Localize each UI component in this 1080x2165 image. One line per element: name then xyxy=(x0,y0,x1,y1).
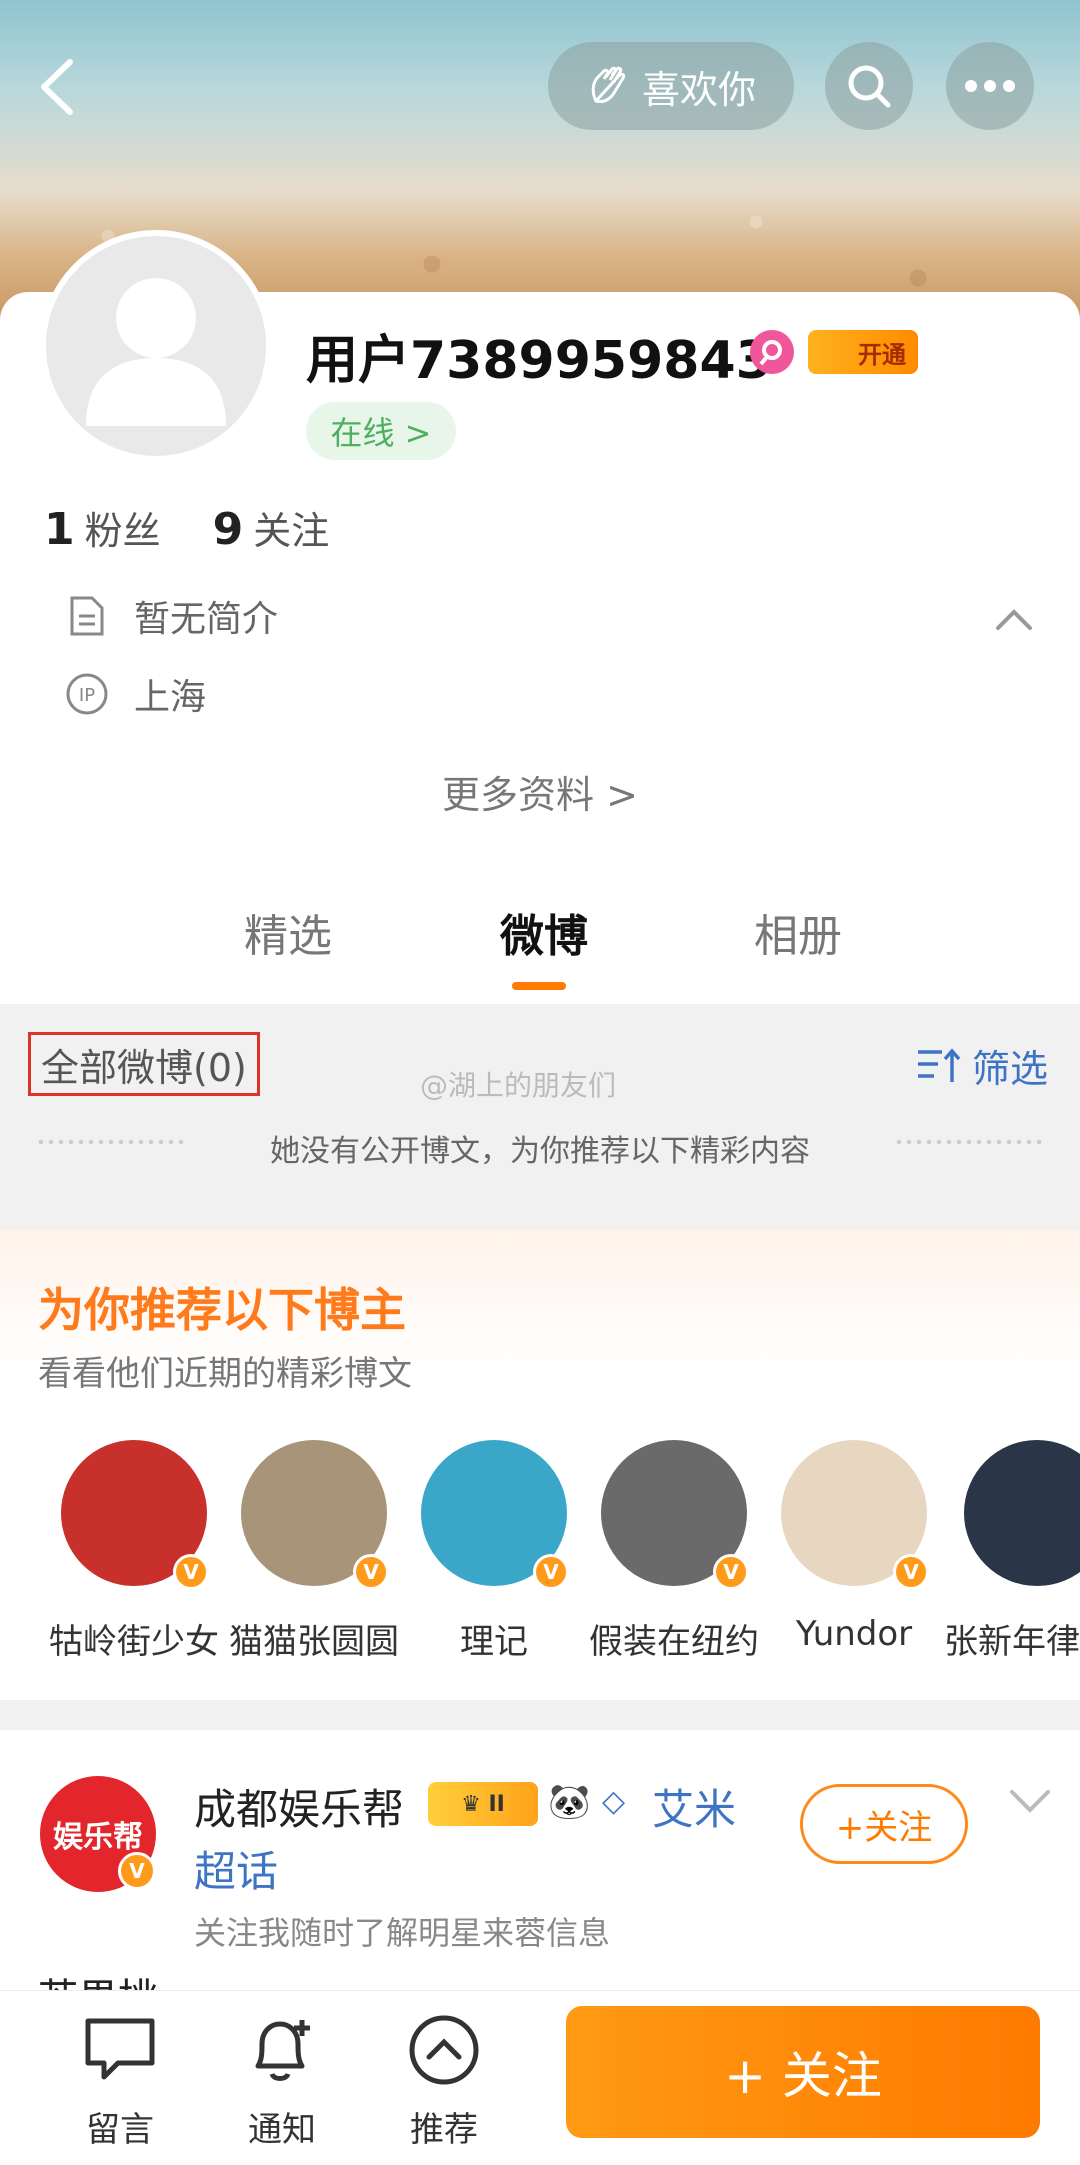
chevron-up-circle-icon xyxy=(384,2008,504,2092)
bio-text: 暂无简介 xyxy=(134,599,279,640)
online-status[interactable]: 在线 > xyxy=(306,402,456,460)
more-button[interactable] xyxy=(946,42,1034,130)
fan-level-badge: ♛ II xyxy=(428,1782,538,1826)
vip-open-badge[interactable]: 开通 xyxy=(808,330,918,374)
bio-row: 暂无简介 xyxy=(64,590,278,642)
comment-label: 留言 xyxy=(86,2110,154,2150)
search-icon xyxy=(848,65,891,108)
panda-icon: 🐼 xyxy=(548,1782,591,1822)
default-avatar-icon xyxy=(86,278,226,426)
followers-label: 粉丝 xyxy=(84,509,161,553)
following-label: 关注 xyxy=(253,509,330,553)
watermark: @湖上的朋友们 xyxy=(420,1069,617,1102)
follow-button[interactable]: + 关注 xyxy=(566,2006,1040,2138)
more-dots-icon xyxy=(965,80,1015,92)
bell-plus-icon xyxy=(222,2008,342,2092)
blogger-name: 理记 xyxy=(460,1622,528,1662)
diamond-icon: ◇ xyxy=(602,1784,626,1819)
tab-album[interactable]: 相册 xyxy=(754,900,842,964)
post-author-name[interactable]: 成都娱乐帮 xyxy=(194,1776,404,1837)
verified-icon: V xyxy=(893,1554,929,1590)
recommend-subtitle: 看看他们近期的精彩博文 xyxy=(38,1354,412,1394)
ip-icon: IP xyxy=(64,671,110,717)
super-topic-link[interactable]: 艾米 xyxy=(652,1776,736,1837)
blogger-item[interactable]: V 假装在纽约 xyxy=(584,1440,764,1663)
blogger-avatar xyxy=(964,1440,1080,1586)
recommend-button[interactable]: 推荐 xyxy=(384,2008,504,2151)
filter-button[interactable]: 筛选 xyxy=(916,1038,1048,1093)
recommend-title: 为你推荐以下博主 xyxy=(38,1283,406,1337)
crown-icon: ♛ xyxy=(461,1791,489,1817)
vip-open-label: 开通 xyxy=(858,340,906,369)
search-button[interactable] xyxy=(825,42,913,130)
member-badge-icon[interactable] xyxy=(750,330,794,374)
blogger-item[interactable]: V Yundor xyxy=(764,1440,944,1654)
blogger-avatar: V xyxy=(781,1440,929,1590)
blogger-item[interactable]: V 牯岭街少女 xyxy=(44,1440,224,1663)
document-icon xyxy=(64,593,110,639)
comment-button[interactable]: 留言 xyxy=(60,2008,180,2151)
blogger-item[interactable]: 张新年律 xyxy=(944,1440,1080,1663)
followers-stat[interactable]: 1 粉丝 xyxy=(44,500,161,555)
blogger-list: V 牯岭街少女 V 猫猫张圆圆 V 理记 V 假装在纽约 V Yundor 张新… xyxy=(0,1440,1080,1680)
notify-label: 通知 xyxy=(248,2110,316,2150)
notify-button[interactable]: 通知 xyxy=(222,2008,342,2151)
verified-icon: V xyxy=(173,1554,209,1590)
blogger-name: 张新年律 xyxy=(944,1622,1080,1662)
divider-dots xyxy=(894,1140,1044,1144)
ip-row: IP 上海 xyxy=(64,668,206,720)
following-stat[interactable]: 9 关注 xyxy=(213,500,330,555)
verified-icon: V xyxy=(353,1554,389,1590)
username: 用户7389959843 xyxy=(306,331,772,391)
blogger-item[interactable]: V 猫猫张圆圆 xyxy=(224,1440,404,1663)
super-topic-suffix[interactable]: 超话 xyxy=(194,1838,278,1899)
no-posts-message: 她没有公开博文，为你推荐以下精彩内容 xyxy=(270,1134,810,1169)
verified-icon: V xyxy=(118,1852,156,1890)
svg-text:IP: IP xyxy=(79,685,95,706)
followers-count: 1 xyxy=(44,504,75,555)
tab-indicator xyxy=(512,982,566,990)
blogger-avatar: V xyxy=(421,1440,569,1590)
section-separator xyxy=(0,1700,1080,1730)
chevron-down-icon[interactable] xyxy=(1008,1786,1052,1816)
like-you-label: 喜欢你 xyxy=(641,67,756,112)
avatar[interactable] xyxy=(40,230,272,462)
blogger-name: 猫猫张圆圆 xyxy=(229,1622,399,1662)
tab-featured[interactable]: 精选 xyxy=(244,900,332,964)
more-info-link[interactable]: 更多资料 > xyxy=(0,764,1080,819)
fan-level-text: II xyxy=(488,1791,505,1817)
post-author-desc: 关注我随时了解明星来蓉信息 xyxy=(194,1914,611,1952)
hand-heart-icon xyxy=(591,66,626,103)
recommend-label: 推荐 xyxy=(410,2110,478,2150)
following-count: 9 xyxy=(212,504,244,555)
tab-weibo[interactable]: 微博 xyxy=(500,900,588,964)
verified-icon: V xyxy=(713,1554,749,1590)
post-follow-button[interactable]: +关注 xyxy=(800,1784,968,1864)
blogger-item[interactable]: V 理记 xyxy=(404,1440,584,1663)
profile-stats: 1 粉丝 9 关注 xyxy=(44,500,329,555)
blogger-avatar: V xyxy=(61,1440,209,1590)
ip-location: 上海 xyxy=(134,677,207,718)
chevron-up-icon[interactable] xyxy=(994,600,1034,640)
like-you-button[interactable]: 喜欢你 xyxy=(548,42,794,130)
blogger-name: Yundor xyxy=(795,1614,913,1654)
blogger-avatar: V xyxy=(601,1440,749,1590)
chevron-left-icon xyxy=(41,59,73,115)
back-button[interactable] xyxy=(30,52,90,122)
message-icon xyxy=(60,2008,180,2092)
blogger-name: 假装在纽约 xyxy=(589,1622,759,1662)
blogger-name: 牯岭街少女 xyxy=(49,1622,219,1662)
blogger-avatar: V xyxy=(241,1440,389,1590)
filter-icon xyxy=(918,1047,961,1082)
verified-icon: V xyxy=(533,1554,569,1590)
filter-label: 筛选 xyxy=(972,1047,1049,1091)
all-posts-selector[interactable]: 全部微博(0) xyxy=(28,1032,260,1096)
